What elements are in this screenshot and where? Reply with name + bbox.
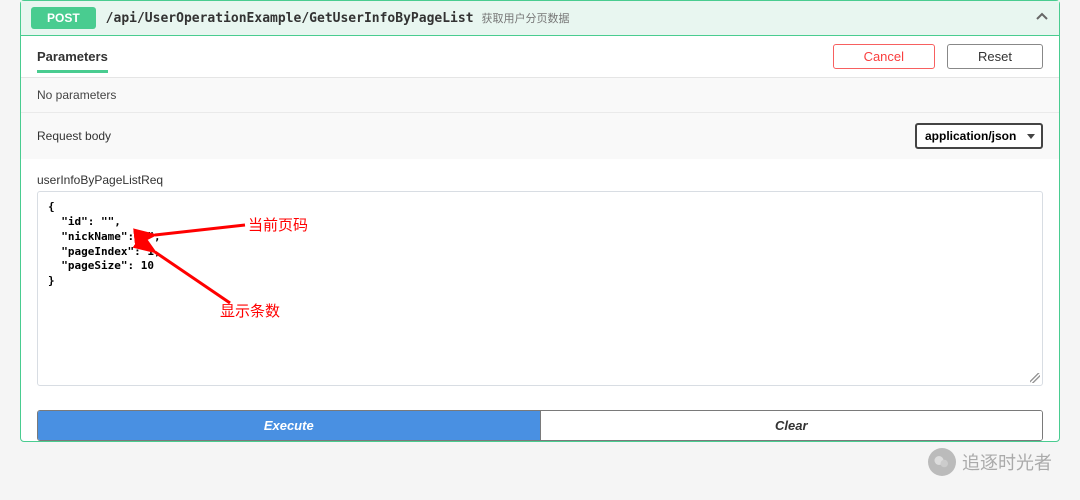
request-body-editor-wrap: { "id": "", "nickName": "", "pageIndex":… — [21, 191, 1059, 396]
reset-button[interactable]: Reset — [947, 44, 1043, 69]
clear-button[interactable]: Clear — [541, 411, 1043, 440]
request-body-editor[interactable]: { "id": "", "nickName": "", "pageIndex":… — [37, 191, 1043, 386]
request-body-text: { "id": "", "nickName": "", "pageIndex":… — [48, 200, 1032, 289]
parameters-section-header: Parameters Cancel Reset — [21, 36, 1059, 78]
api-operation-panel: POST /api/UserOperationExample/GetUserIn… — [20, 0, 1060, 442]
endpoint-path: /api/UserOperationExample/GetUserInfoByP… — [106, 11, 474, 26]
chevron-up-icon[interactable] — [1035, 10, 1049, 27]
cancel-button[interactable]: Cancel — [833, 44, 935, 69]
action-buttons: Execute Clear — [37, 410, 1043, 441]
request-body-label: Request body — [37, 129, 111, 143]
no-parameters-text: No parameters — [21, 78, 1059, 112]
watermark: 追逐时光者 — [928, 448, 1052, 476]
method-badge: POST — [31, 7, 96, 29]
request-body-header: Request body application/json — [21, 112, 1059, 159]
request-body-param-name: userInfoByPageListReq — [21, 159, 1059, 191]
parameters-tab[interactable]: Parameters — [37, 49, 108, 73]
execute-button[interactable]: Execute — [38, 411, 541, 440]
endpoint-description: 获取用户分页数据 — [482, 10, 570, 26]
content-type-select[interactable]: application/json — [915, 123, 1043, 149]
wechat-logo-icon — [928, 448, 956, 476]
operation-header[interactable]: POST /api/UserOperationExample/GetUserIn… — [21, 1, 1059, 36]
resize-grip-icon[interactable] — [1030, 373, 1040, 383]
watermark-text: 追逐时光者 — [962, 449, 1052, 475]
try-it-buttons: Cancel Reset — [833, 44, 1043, 69]
content-type-wrap: application/json — [915, 123, 1043, 149]
